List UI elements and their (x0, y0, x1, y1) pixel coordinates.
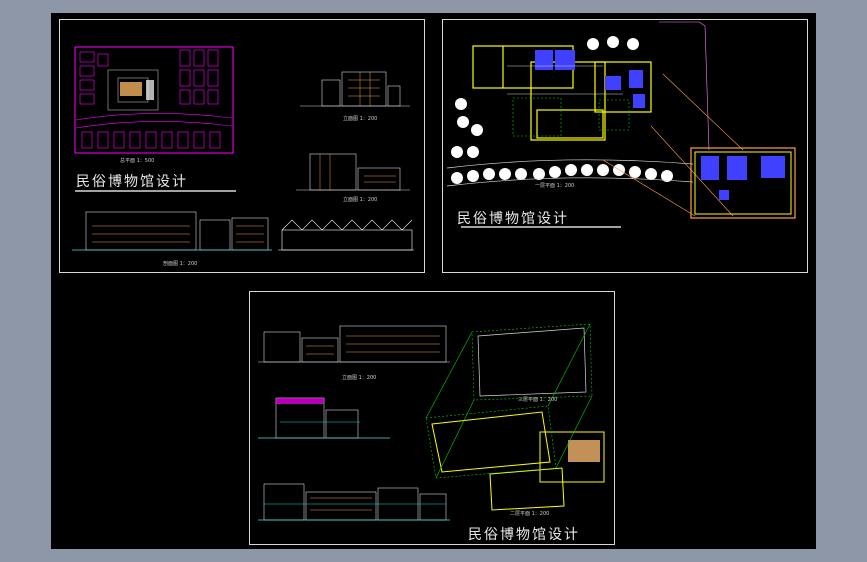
drawing-sheet-1[interactable]: 民俗博物馆设计 总平面 1：500 立面图 1：200 立面图 1：200 剖面… (59, 19, 425, 273)
cad-model-space[interactable]: 民俗博物馆设计 总平面 1：500 立面图 1：200 立面图 1：200 剖面… (51, 13, 816, 549)
elevation-b-label: 立面图 1：200 (343, 197, 378, 203)
sheet-2-title: 民俗博物馆设计 (457, 211, 569, 227)
sheet-3-drawing (258, 323, 605, 521)
long-elevation-label: 剖面图 1：200 (163, 261, 198, 267)
site-plan-label: 总平面 1：500 (120, 158, 155, 164)
upper-plan-label: 三层平面 1：200 (518, 397, 558, 403)
lower-plan-label: 二层平面 1：200 (510, 511, 550, 517)
sheet-3-title: 民俗博物馆设计 (468, 527, 580, 543)
drawing-sheet-3[interactable]: 民俗博物馆设计 立面图 1：200 三层平面 1：200 二层平面 1：200 (249, 291, 615, 545)
sheet-1-title: 民俗博物馆设计 (76, 174, 188, 190)
elevation-a-label: 立面图 1：200 (343, 116, 378, 122)
elevation-label: 立面图 1：200 (342, 375, 377, 381)
sheet-2-drawing (446, 21, 796, 228)
plan-label: 一层平面 1：200 (535, 183, 575, 189)
north-arrow-icon: ⊘ (629, 44, 634, 50)
sheet-1-drawing (72, 46, 414, 251)
drawing-sheet-2[interactable]: 民俗博物馆设计 一层平面 1：200 ⊘ (442, 19, 808, 273)
